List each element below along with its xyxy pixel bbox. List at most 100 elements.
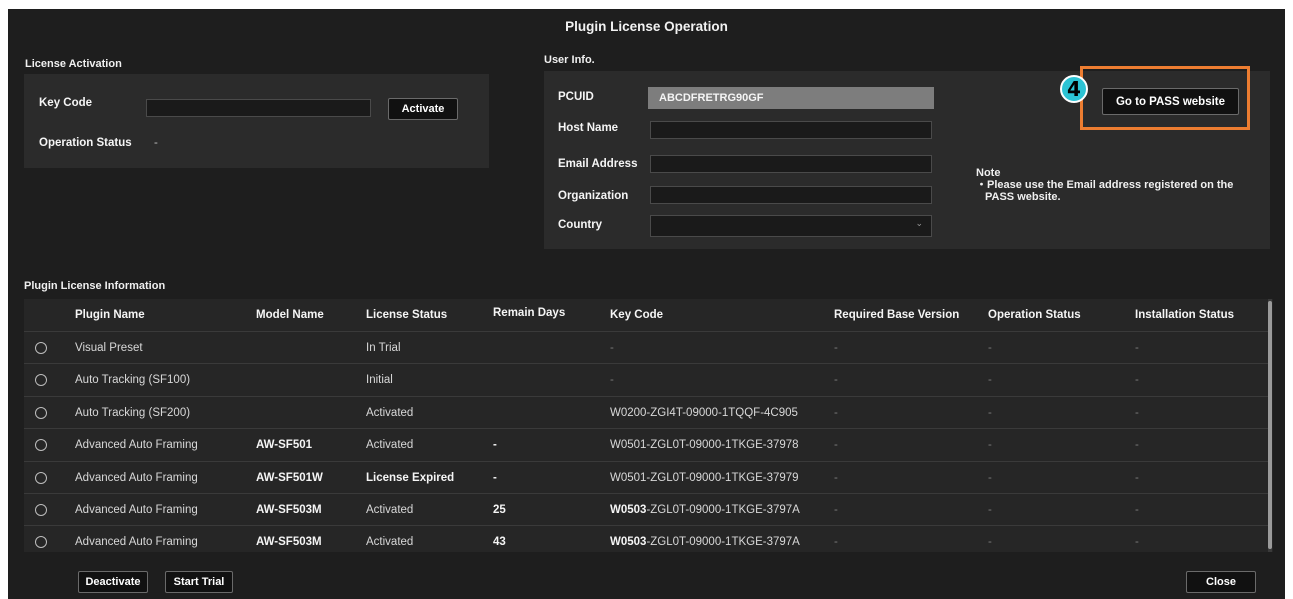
cell-license-status: License Expired xyxy=(366,471,455,484)
key-code-rest: - xyxy=(610,374,614,387)
cell-installation-status: - xyxy=(1135,342,1139,354)
license-activation-label: License Activation xyxy=(25,58,122,70)
cell-key-code: W0503-ZGL0T-09000-1TKGE-3797A xyxy=(610,494,800,526)
row-select-radio[interactable] xyxy=(35,471,47,484)
plugin-license-info-label: Plugin License Information xyxy=(24,280,166,292)
cell-required-base-version: - xyxy=(834,536,838,549)
cell-plugin-name: Advanced Auto Framing xyxy=(75,504,198,516)
chevron-down-icon: ⌄ xyxy=(915,218,923,228)
table-row[interactable]: Visual Preset In Trial - - - - xyxy=(24,331,1268,363)
row-select-radio[interactable] xyxy=(35,536,47,549)
cell-operation-status: - xyxy=(988,504,992,516)
table-row[interactable]: Advanced Auto Framing AW-SF503M Activated 2… xyxy=(24,493,1268,525)
row-select-radio[interactable] xyxy=(35,504,47,516)
table-row[interactable]: Advanced Auto Framing AW-SF501 Activated - W… xyxy=(24,428,1268,460)
col-header-license-status[interactable]: License Status xyxy=(366,299,447,331)
cell-plugin-name: Auto Tracking (SF200) xyxy=(75,406,191,419)
key-code-rest: - xyxy=(610,342,614,354)
table-row[interactable]: Auto Tracking (SF100) Initial - - - - xyxy=(24,363,1268,395)
key-code-rest: -ZGL0T-09000-1TKGE-3797A xyxy=(646,504,800,516)
row-select-radio[interactable] xyxy=(35,439,47,452)
activate-button[interactable]: Activate xyxy=(388,98,458,120)
pcuid-field: ABCDFRETRG90GF xyxy=(648,87,934,109)
cell-installation-status: - xyxy=(1135,406,1139,419)
cell-required-base-version: - xyxy=(834,471,838,484)
cell-key-code: - xyxy=(610,332,614,364)
row-select-radio[interactable] xyxy=(35,406,47,419)
cell-license-status: Initial xyxy=(366,374,393,387)
table-row[interactable]: Advanced Auto Framing AW-SF501W License Ex… xyxy=(24,460,1268,494)
cell-remain-days: - xyxy=(493,471,497,484)
cell-required-base-version: - xyxy=(834,439,838,452)
cell-plugin-name: Advanced Auto Framing xyxy=(75,471,198,484)
email-label: Email Address xyxy=(558,158,638,170)
key-code-rest: -ZGL0T-09000-1TKGE-3797A xyxy=(646,536,800,549)
key-code-input[interactable] xyxy=(146,99,371,117)
cell-required-base-version: - xyxy=(834,406,838,419)
cell-remain-days: 25 xyxy=(493,504,506,516)
cell-key-code: W0503-ZGL0T-09000-1TKGE-3797A xyxy=(610,526,800,552)
operation-status-label: Operation Status xyxy=(39,137,132,149)
cell-model-name: AW-SF501W xyxy=(256,471,323,484)
cell-installation-status: - xyxy=(1135,536,1139,549)
cell-required-base-version: - xyxy=(834,374,838,387)
note-text-2: PASS website. xyxy=(985,191,1061,203)
country-select[interactable]: ⌄ xyxy=(650,215,932,237)
cell-installation-status: - xyxy=(1135,439,1139,452)
cell-key-code: W0501-ZGL0T-09000-1TKGE-37979 xyxy=(610,462,799,494)
col-header-required-base-version[interactable]: Required Base Version xyxy=(834,299,959,331)
cell-remain-days: - xyxy=(493,439,497,452)
key-code-rest: W0501-ZGL0T-09000-1TKGE-37978 xyxy=(610,439,799,452)
note-text: ・Please use the Email address registered… xyxy=(976,179,1234,191)
cell-installation-status: - xyxy=(1135,471,1139,484)
col-header-plugin-name[interactable]: Plugin Name xyxy=(75,299,145,331)
cell-operation-status: - xyxy=(988,536,992,549)
cell-plugin-name: Advanced Auto Framing xyxy=(75,439,198,452)
cell-required-base-version: - xyxy=(834,504,838,516)
table-scrollbar-thumb[interactable] xyxy=(1268,301,1272,549)
license-activation-panel: Key Code Activate Operation Status - xyxy=(24,74,489,168)
organization-input[interactable] xyxy=(650,186,932,204)
pcuid-label: PCUID xyxy=(558,91,594,103)
cell-operation-status: - xyxy=(988,406,992,419)
cell-operation-status: - xyxy=(988,471,992,484)
cell-installation-status: - xyxy=(1135,504,1139,516)
key-code-prefix: W0503 xyxy=(610,536,647,549)
cell-key-code: W0200-ZGI4T-09000-1TQQF-4C905 xyxy=(610,397,798,429)
cell-license-status: Activated xyxy=(366,439,414,452)
window-title: Plugin License Operation xyxy=(565,19,728,34)
cell-model-name: AW-SF501 xyxy=(256,439,313,452)
row-select-radio[interactable] xyxy=(35,342,47,354)
host-name-input[interactable] xyxy=(650,121,932,139)
cell-license-status: Activated xyxy=(366,536,414,549)
cell-required-base-version: - xyxy=(834,342,838,354)
cell-installation-status: - xyxy=(1135,374,1139,387)
deactivate-button[interactable]: Deactivate xyxy=(78,571,148,593)
cell-remain-days: 43 xyxy=(493,536,506,549)
cell-license-status: In Trial xyxy=(366,342,401,354)
col-header-key-code[interactable]: Key Code xyxy=(610,299,663,331)
start-trial-button[interactable]: Start Trial xyxy=(165,571,233,593)
country-label: Country xyxy=(558,219,603,231)
cell-plugin-name: Auto Tracking (SF100) xyxy=(75,374,191,387)
host-name-label: Host Name xyxy=(558,122,619,134)
col-header-installation-status[interactable]: Installation Status xyxy=(1135,299,1234,331)
key-code-rest: W0200-ZGI4T-09000-1TQQF-4C905 xyxy=(610,406,798,419)
user-info-label: User Info. xyxy=(544,54,595,66)
cell-operation-status: - xyxy=(988,342,992,354)
cell-license-status: Activated xyxy=(366,406,414,419)
col-header-operation-status[interactable]: Operation Status xyxy=(988,299,1081,331)
col-header-remain-days[interactable]: Remain Days xyxy=(493,299,565,331)
cell-plugin-name: Advanced Auto Framing xyxy=(75,536,198,549)
email-input[interactable] xyxy=(650,155,932,173)
row-select-radio[interactable] xyxy=(35,374,47,387)
table-row[interactable]: Auto Tracking (SF200) Activated W0200-ZGI4… xyxy=(24,395,1268,429)
note-title: Note xyxy=(976,167,1001,179)
key-code-prefix: W0503 xyxy=(610,504,647,516)
table-row[interactable]: Advanced Auto Framing AW-SF503M Activated 4… xyxy=(24,525,1268,552)
key-code-rest: W0501-ZGL0T-09000-1TKGE-37979 xyxy=(610,471,799,484)
close-button[interactable]: Close xyxy=(1186,571,1256,593)
col-header-model-name[interactable]: Model Name xyxy=(256,299,324,331)
plugin-license-window: Plugin License Operation License Activat… xyxy=(8,9,1285,599)
key-code-label: Key Code xyxy=(39,97,93,109)
